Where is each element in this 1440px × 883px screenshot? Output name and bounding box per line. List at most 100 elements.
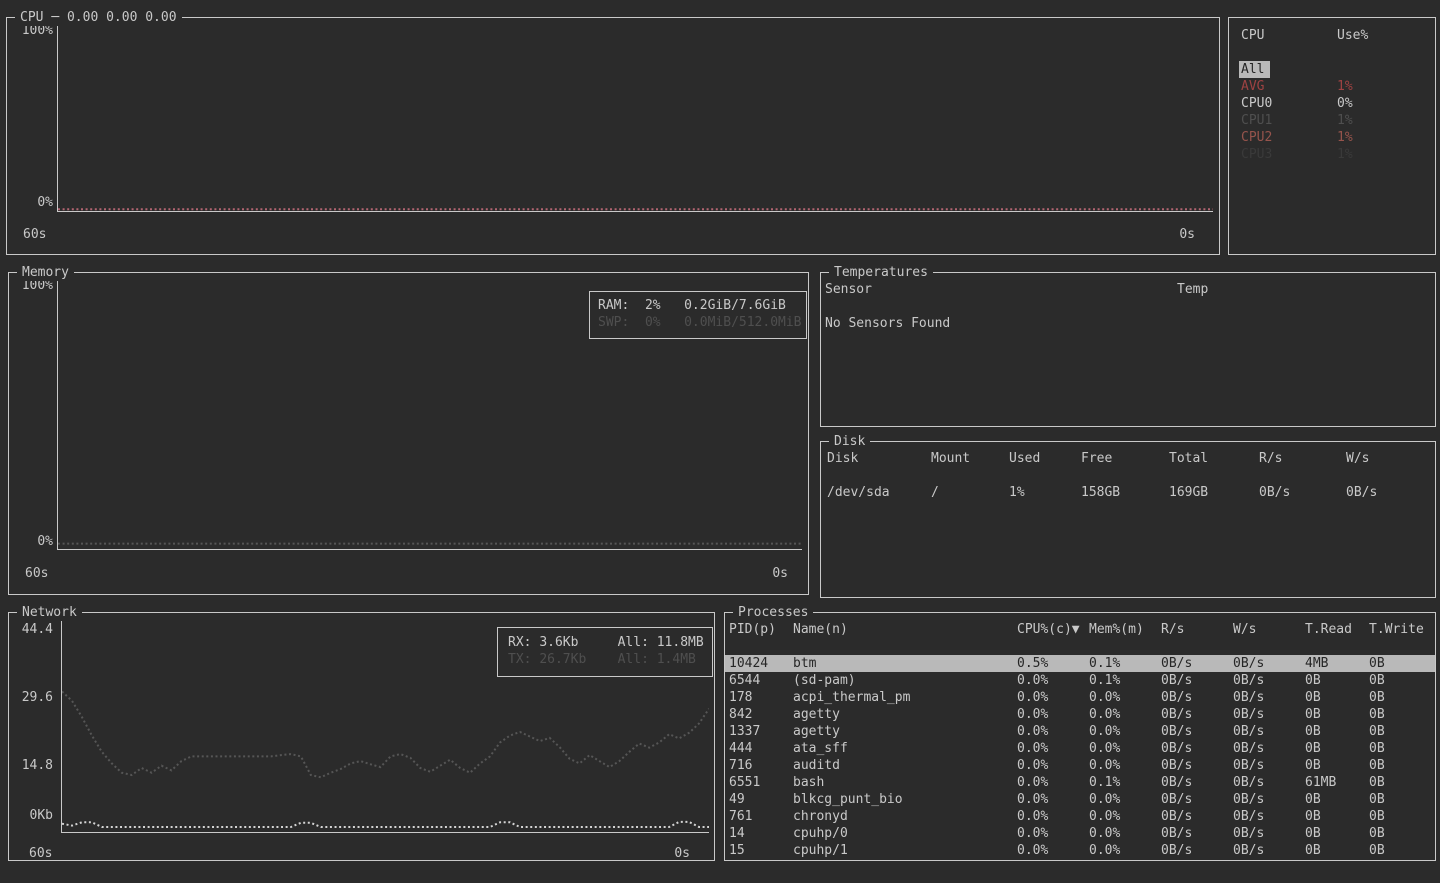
network-y-label-2: 14.8 [17,757,53,774]
process-cell: 0.0% [1089,808,1161,825]
memory-x-right-label: 0s [772,565,788,582]
process-cell: cpuhp/1 [793,842,1017,859]
processes-panel[interactable]: Processes PID(p)Name(n)CPU%(c)▼Mem%(m)R/… [724,612,1436,861]
process-cell: 0B [1305,723,1369,740]
cpu-legend-name: CPU2 [1241,129,1272,146]
processes-header-cell[interactable]: R/s [1161,621,1233,638]
disk-header-cell: Disk [827,450,931,467]
process-cell: bash [793,774,1017,791]
process-row[interactable]: 178acpi_thermal_pm0.0%0.0%0B/s0B/s0B0B [725,689,1435,706]
processes-header-cell[interactable]: CPU%(c)▼ [1017,621,1089,638]
network-legend-box: RX: 3.6Kb All: 11.8MB TX: 26.7Kb All: 1.… [497,627,713,677]
process-row[interactable]: 1337agetty0.0%0.0%0B/s0B/s0B0B [725,723,1435,740]
ram-usage-row: RAM: 2% 0.2GiB/7.6GiB [598,297,786,314]
process-cell: 0B [1305,791,1369,808]
process-cell: 0.0% [1017,672,1089,689]
processes-panel-title: Processes [733,604,813,621]
network-panel[interactable]: Network 44.4 29.6 14.8 0Kb 60s 0s RX: 3.… [8,612,715,861]
process-cell: 0B/s [1233,689,1305,706]
memory-x-axis [57,549,802,550]
processes-header-cell[interactable]: Name(n) [793,621,1017,638]
process-cell: btm [793,655,1017,672]
processes-table-header: PID(p)Name(n)CPU%(c)▼Mem%(m)R/sW/sT.Read… [725,621,1435,638]
process-row[interactable]: 842agetty0.0%0.0%0B/s0B/s0B0B [725,706,1435,723]
disk-panel-title: Disk [829,433,870,450]
temperatures-empty-message: No Sensors Found [825,315,950,332]
cpu-title-dash: ─ [51,10,59,25]
disk-cell: 158GB [1081,484,1169,501]
process-row[interactable]: 10424btm0.5%0.1%0B/s0B/s4MB0B [725,655,1435,672]
processes-header-cell[interactable]: W/s [1233,621,1305,638]
cpu-legend-use-percent: 1% [1337,78,1435,95]
cpu-legend-use-percent: 1% [1337,146,1435,163]
process-row[interactable]: 6551bash0.0%0.1%0B/s0B/s61MB0B [725,774,1435,791]
processes-header-cell[interactable]: Mem%(m) [1089,621,1161,638]
process-row[interactable]: 6544(sd-pam)0.0%0.1%0B/s0B/s0B0B [725,672,1435,689]
cpu-legend-panel[interactable]: CPU Use% AllAVG1%CPU00%CPU11%CPU21%CPU31… [1228,17,1436,255]
cpu-legend-row-cpu3[interactable]: CPU31% [1229,146,1435,163]
process-cell: chronyd [793,808,1017,825]
disk-cell: /dev/sda [827,484,931,501]
cpu-legend-row-cpu1[interactable]: CPU11% [1229,112,1435,129]
process-cell: 0B [1305,842,1369,859]
process-cell: 0B/s [1161,825,1233,842]
process-cell: 0.1% [1089,655,1161,672]
processes-header-cell[interactable]: T.Read [1305,621,1369,638]
process-cell: 0B/s [1161,723,1233,740]
cpu-legend-name: CPU0 [1241,95,1272,112]
process-cell: ata_sff [793,740,1017,757]
cpu-legend-use-percent: 1% [1337,129,1435,146]
process-row[interactable]: 15cpuhp/10.0%0.0%0B/s0B/s0B0B [725,842,1435,859]
cpu-legend-header: CPU Use% [1229,27,1435,44]
process-cell: 0B [1305,740,1369,757]
cpu-legend-row-avg[interactable]: AVG 1% [1229,78,1435,95]
cpu-x-left-label: 60s [23,226,46,243]
process-cell: 0.0% [1089,842,1161,859]
cpu-panel[interactable]: CPU ─ 0.00 0.00 0.00 100% 0% 60s 0s [6,17,1220,255]
process-row[interactable]: 49blkcg_punt_bio0.0%0.0%0B/s0B/s0B0B [725,791,1435,808]
process-cell: 0.0% [1089,825,1161,842]
temperatures-panel[interactable]: Temperatures Sensor Temp No Sensors Foun… [820,272,1436,427]
process-cell: 0B/s [1233,757,1305,774]
cpu-usage-graph [58,26,1213,211]
process-cell: 0B/s [1161,655,1233,672]
disk-cell: 0B/s [1346,484,1435,501]
process-cell: 0.0% [1017,791,1089,808]
temperatures-panel-title: Temperatures [829,264,933,281]
processes-header-cell[interactable]: PID(p) [729,621,793,638]
cpu-x-right-label: 0s [1179,226,1195,243]
process-row[interactable]: 444ata_sff0.0%0.0%0B/s0B/s0B0B [725,740,1435,757]
process-row[interactable]: 14cpuhp/00.0%0.0%0B/s0B/s0B0B [725,825,1435,842]
disk-header-cell: Free [1081,450,1169,467]
disk-panel[interactable]: Disk DiskMountUsedFreeTotalR/sW/s /dev/s… [820,441,1436,598]
process-cell: blkcg_punt_bio [793,791,1017,808]
process-cell: 0B [1305,706,1369,723]
swap-usage-row: SWP: 0% 0.0MiB/512.0MiB [598,314,802,331]
temperatures-col-temp: Temp [1177,281,1208,298]
process-cell: 0B [1305,689,1369,706]
disk-header-cell: W/s [1346,450,1435,467]
process-cell: 178 [729,689,793,706]
cpu-legend-row-cpu0[interactable]: CPU00% [1229,95,1435,112]
processes-header-cell[interactable]: T.Write [1369,621,1435,638]
process-cell: 0.0% [1017,825,1089,842]
process-cell: 6551 [729,774,793,791]
cpu-legend-row-all[interactable]: All [1229,61,1435,78]
process-cell: 0B [1305,825,1369,842]
process-cell: 0.0% [1089,706,1161,723]
cpu-legend-name: AVG [1241,78,1264,95]
process-row[interactable]: 716auditd0.0%0.0%0B/s0B/s0B0B [725,757,1435,774]
process-cell: 0B/s [1233,740,1305,757]
process-cell: 0B [1369,757,1435,774]
cpu-legend-col-use: Use% [1337,27,1435,44]
process-cell: agetty [793,706,1017,723]
cpu-legend-row-cpu2[interactable]: CPU2 1% [1229,129,1435,146]
process-cell: 0.0% [1017,842,1089,859]
process-cell: 6544 [729,672,793,689]
memory-panel[interactable]: Memory 100% 0% 60s 0s RAM: 2% 0.2GiB/7.6… [8,272,809,595]
cpu-legend-col-name: CPU [1241,27,1337,44]
cpu-panel-title: CPU ─ 0.00 0.00 0.00 [15,9,182,26]
memory-usage-readout: RAM: 2% 0.2GiB/7.6GiB SWP: 0% 0.0MiB/512… [589,291,807,339]
process-cell: 0B [1305,672,1369,689]
process-row[interactable]: 761chronyd0.0%0.0%0B/s0B/s0B0B [725,808,1435,825]
